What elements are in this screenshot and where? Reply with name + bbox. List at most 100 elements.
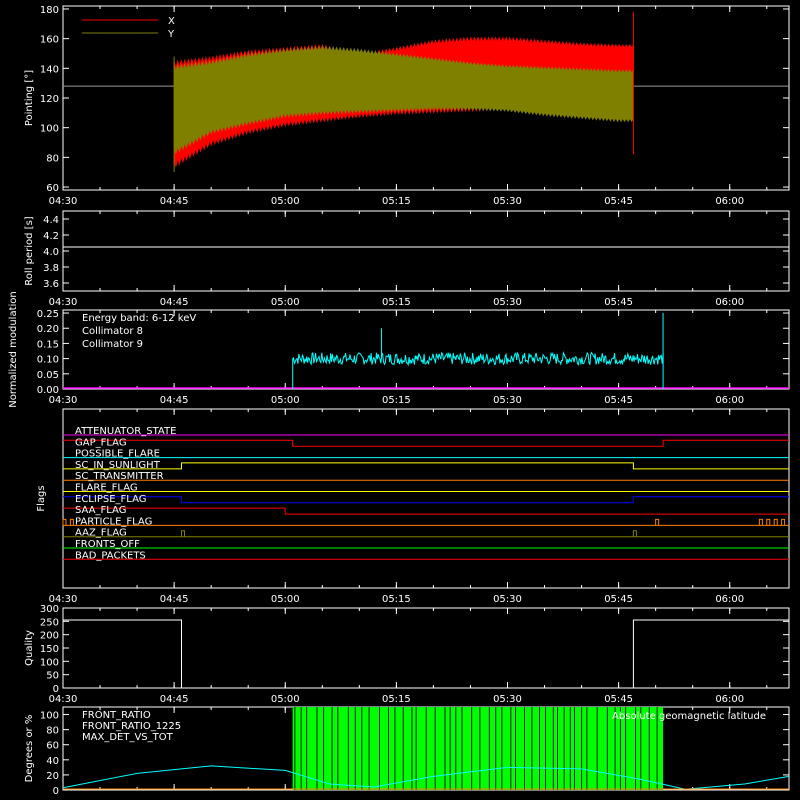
y-tick-label: 4.2: [43, 231, 59, 242]
flag-label: AAZ_FLAG: [75, 528, 127, 539]
y-tick-label: 140: [40, 64, 59, 75]
time-tick-label: 04:45: [160, 297, 189, 308]
time-tick-label: 05:15: [382, 196, 411, 207]
y-tick-label: 0.15: [37, 339, 59, 350]
y-tick-label: 0.25: [37, 309, 59, 320]
time-tick-label: 04:45: [160, 694, 189, 705]
flag-pulse: [632, 530, 637, 537]
time-tick-label: 05:30: [493, 594, 522, 605]
flag-pulse: [758, 518, 763, 526]
y-axis-label: Pointing [°]: [24, 70, 35, 126]
flag-pulse: [69, 518, 74, 526]
flag-label: BAD_PACKETS: [75, 550, 146, 561]
y-tick-label: 3.6: [43, 279, 59, 290]
time-tick-label: 05:00: [271, 594, 300, 605]
time-tick-label: 04:30: [49, 196, 78, 207]
flag-pulse: [773, 518, 778, 526]
y-tick-label: 0.10: [37, 355, 59, 366]
time-tick-label: 04:45: [160, 594, 189, 605]
time-tick-label: 06:00: [715, 694, 744, 705]
time-tick-label: 04:45: [160, 196, 189, 207]
time-tick-label: 06:00: [715, 196, 744, 207]
y-tick-label: 180: [40, 5, 59, 16]
geomagnetic-latitude-label: Absolute geomagnetic latitude: [612, 711, 766, 722]
flag-line: [63, 462, 789, 470]
flag-label: SC_IN_SUNLIGHT: [75, 460, 161, 471]
time-tick-label: 05:00: [271, 694, 300, 705]
y-tick-label: 80: [46, 153, 59, 164]
y-axis-label: Roll period [s]: [24, 216, 35, 285]
time-tick-label: 06:00: [715, 395, 744, 406]
legend-label: Collimator 8: [82, 326, 143, 337]
time-tick-label: 05:15: [382, 694, 411, 705]
time-tick-label: 05:00: [271, 395, 300, 406]
time-tick-label: 04:30: [49, 694, 78, 705]
time-tick-label: 04:30: [49, 395, 78, 406]
flag-line: [63, 496, 789, 504]
y-tick-label: 150: [40, 644, 59, 655]
legend-label: Y: [167, 29, 175, 40]
panel-frame: [62, 210, 790, 292]
time-tick-label: 05:15: [382, 297, 411, 308]
time-tick-label: 04:45: [160, 395, 189, 406]
flag-label: GAP_FLAG: [75, 437, 127, 448]
time-tick-label: 05:15: [382, 395, 411, 406]
legend-label: FRONT_RATIO_1225: [82, 721, 181, 732]
time-tick-label: 06:00: [715, 594, 744, 605]
time-tick-label: 05:45: [604, 594, 633, 605]
figure: 04:30 04:45 05:00 05:15 05:30 05:45 06:00 04:30…: [8, 5, 790, 797]
time-tick-label: 05:30: [493, 694, 522, 705]
flag-label: FRONTS_OFF: [75, 539, 140, 550]
time-tick-label: 05:00: [271, 196, 300, 207]
y-axis-label: Quality: [24, 630, 35, 666]
time-tick-label: 05:45: [604, 694, 633, 705]
y-tick-label: 3.8: [43, 263, 59, 274]
time-tick-label: 06:00: [715, 297, 744, 308]
flag-pulse: [655, 518, 660, 526]
y-tick-label: 100: [40, 124, 59, 135]
y-tick-label: 50: [46, 671, 59, 682]
time-tick-label: 05:30: [493, 297, 522, 308]
time-tick-label: 05:45: [604, 297, 633, 308]
flag-label: FLARE_FLAG: [75, 483, 138, 494]
time-tick-label: 05:00: [271, 297, 300, 308]
flag-label: SC_TRANSMITTER: [75, 471, 164, 482]
y-tick-label: 200: [40, 631, 59, 642]
legend-label: Collimator 9: [82, 339, 143, 350]
y-tick-label: 0.20: [37, 324, 59, 335]
flag-line: [63, 507, 789, 515]
flag-pulse: [62, 518, 67, 526]
y-axis-label: Normalized modulation: [8, 291, 19, 408]
time-tick-label: 04:30: [49, 297, 78, 308]
legend-label: X: [168, 16, 175, 27]
time-tick-label: 05:45: [604, 395, 633, 406]
y-tick-label: 80: [46, 726, 59, 737]
legend-label: MAX_DET_VS_TOT: [82, 732, 174, 743]
flag-label: PARTICLE_FLAG: [75, 516, 152, 527]
flag-pulse: [181, 530, 186, 537]
y-tick-label: 4.4: [43, 215, 59, 226]
time-tick-label: 05:15: [382, 594, 411, 605]
y-tick-label: 120: [40, 94, 59, 105]
flag-label: SAA_FLAG: [75, 505, 126, 516]
y-tick-label: 0.05: [37, 370, 59, 381]
y-tick-label: 0: [53, 684, 59, 695]
y-tick-label: 0.00: [37, 385, 59, 396]
y-tick-label: 100: [40, 657, 59, 668]
y-tick-label: 250: [40, 617, 59, 628]
energy-band-label: Energy band: 6-12 keV: [82, 313, 196, 324]
quality-line: [63, 619, 789, 689]
time-tick-label: 05:30: [493, 395, 522, 406]
y-tick-label: 20: [46, 771, 59, 782]
y-tick-label: 300: [40, 604, 59, 615]
y-tick-label: 160: [40, 35, 59, 46]
y-tick-label: 60: [46, 183, 59, 194]
flag-label: ATTENUATOR_STATE: [75, 426, 176, 437]
flag-line: [63, 439, 789, 447]
y-axis-label: Degrees or %: [24, 715, 35, 783]
y-tick-label: 60: [46, 741, 59, 752]
flag-label: POSSIBLE_FLARE: [75, 449, 160, 460]
flag-pulse: [766, 518, 771, 526]
collimator8-line: [292, 350, 664, 389]
y-tick-label: 100: [40, 711, 59, 722]
